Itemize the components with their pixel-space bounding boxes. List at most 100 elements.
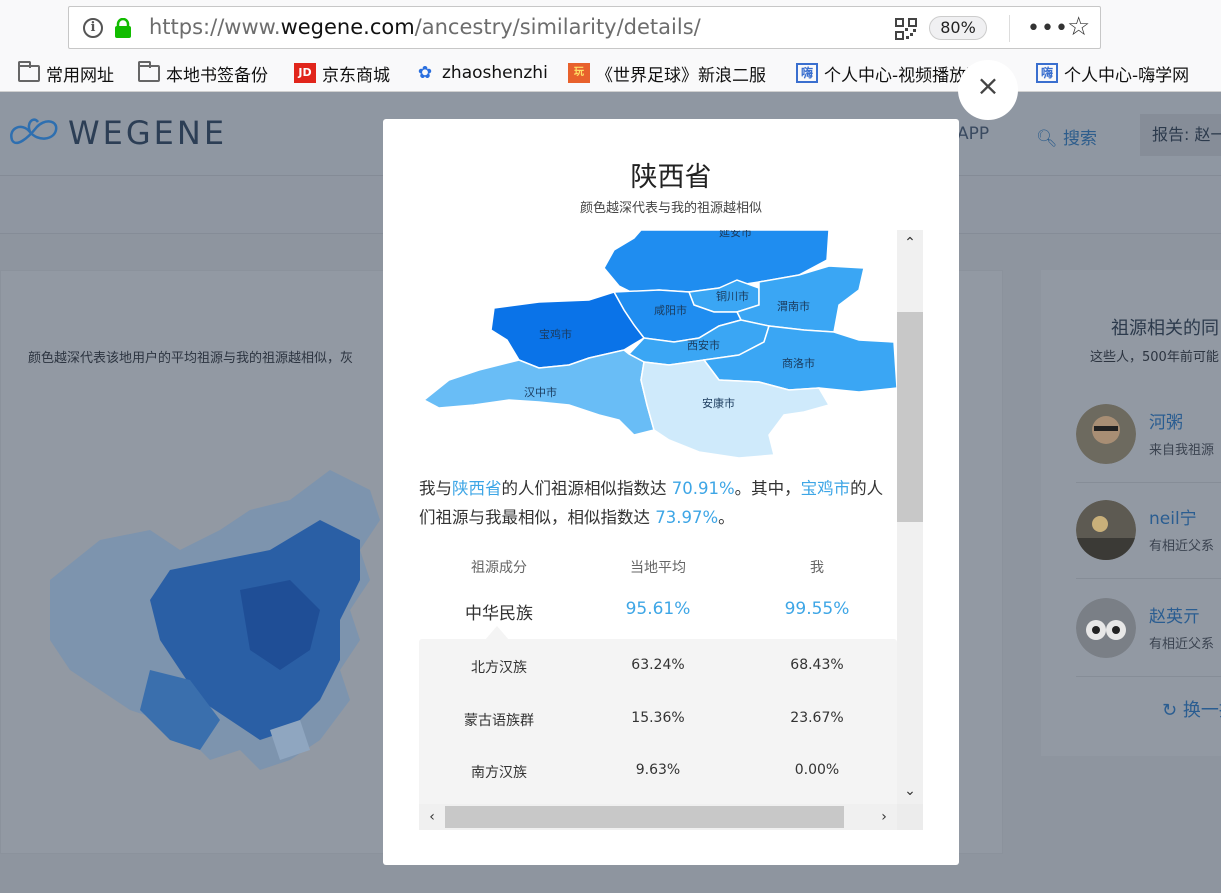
map-label-tongchuan: 铜川市 (716, 289, 749, 303)
scrollbar-corner (897, 804, 923, 830)
table-row-local: 15.36% (631, 710, 685, 726)
scroll-down-chevron-icon[interactable]: ⌄ (897, 778, 923, 804)
summary-text: 。其中， (734, 479, 801, 498)
summary-city-link[interactable]: 宝鸡市 (801, 479, 851, 498)
modal-scroll-area[interactable]: 延安市 铜川市 渭南市 咸阳市 宝鸡市 西安市 商洛市 汉中市 安康市 我与陕西… (419, 230, 923, 830)
left-map-description: 颜色越深代表该地用户的平均祖源与我的祖源越相似，灰 (28, 351, 354, 366)
user-divider (1076, 676, 1221, 677)
more-actions-icon[interactable]: ••• (1027, 16, 1069, 41)
map-label-baoji: 宝鸡市 (539, 327, 572, 341)
map-label-shangluo: 商洛市 (782, 356, 815, 370)
user-desc: 有相近父系 (1149, 637, 1215, 652)
table-row-label: 南方汉族 (471, 765, 527, 781)
china-map-background (50, 470, 380, 770)
hai-icon: 嗨 (1036, 63, 1058, 83)
main-row-local: 95.61% (625, 599, 691, 619)
province-detail-modal: 陕西省 颜色越深代表与我的祖源越相似 延安市 铜川市 渭南市 咸阳市 宝鸡市 西… (383, 119, 959, 865)
url-bar-divider (1009, 15, 1010, 42)
url-domain: wegene.com (280, 15, 415, 39)
user-avatar[interactable] (1076, 598, 1136, 658)
map-label-xian: 西安市 (687, 338, 720, 352)
scroll-right-chevron-icon[interactable]: › (871, 804, 897, 830)
refresh-icon: ↻ (1162, 700, 1178, 721)
qr-code-icon[interactable] (895, 18, 917, 40)
url-path: /ancestry/similarity/details/ (414, 15, 701, 39)
user-card-1[interactable]: neil宁 有相近父系 (1076, 500, 1221, 580)
table-row-local: 9.63% (635, 762, 681, 778)
scroll-up-chevron-icon[interactable]: ⌃ (897, 230, 923, 256)
table-row-label: 蒙古语族群 (464, 713, 534, 729)
bookmark-label: 京东商城 (322, 65, 390, 86)
user-avatar[interactable] (1076, 500, 1136, 560)
lock-icon (115, 18, 131, 38)
nav-search-link[interactable]: 🔍︎ 搜索 (1036, 124, 1097, 149)
table-header-local: 当地平均 (630, 560, 686, 576)
user-name[interactable]: neil宁 (1149, 504, 1197, 529)
map-label-xianyang: 咸阳市 (654, 303, 687, 317)
bookmark-label: 常用网址 (46, 65, 114, 86)
bookmark-label: 《世界足球》新浪二服 (596, 65, 766, 86)
refresh-label: 换一批 (1182, 700, 1221, 721)
table-row-me: 0.00% (794, 762, 840, 778)
bookmark-1[interactable]: 本地书签备份 (138, 58, 268, 88)
wegene-logo-text[interactable]: WEGENE (68, 114, 227, 152)
sub-components-table: 北方汉族 63.24% 68.43% 蒙古语族群 15.36% 23.67% 南… (419, 639, 897, 819)
user-card-2[interactable]: 赵英亓 有相近父系 (1076, 598, 1221, 678)
shaanxi-city-map[interactable]: 延安市 铜川市 渭南市 咸阳市 宝鸡市 西安市 商洛市 汉中市 安康市 (419, 230, 897, 460)
close-icon: × (976, 69, 1000, 102)
folder-icon (138, 60, 160, 82)
search-icon: 🔍︎ (1036, 129, 1058, 149)
modal-close-button[interactable]: × (958, 60, 1018, 120)
bookmark-0[interactable]: 常用网址 (18, 58, 114, 88)
report-selector[interactable]: 报告: 赵一 (1140, 114, 1221, 156)
vertical-scrollbar[interactable]: ⌃ ⌄ (897, 230, 923, 830)
map-label-weinan: 渭南市 (777, 299, 810, 313)
user-divider (1076, 578, 1221, 579)
user-name[interactable]: 赵英亓 (1149, 602, 1200, 627)
related-users-subtitle: 这些人，500年前可能 (1090, 350, 1219, 365)
similarity-summary: 我与陕西省的人们祖源相似指数达 70.91%。其中，宝鸡市的人们祖源与我最相似，… (419, 474, 897, 532)
info-icon[interactable]: i (83, 18, 103, 38)
bookmark-star-icon[interactable]: ☆ (1067, 12, 1090, 42)
user-desc: 有相近父系 (1149, 539, 1215, 554)
province-index-value: 70.91% (671, 479, 735, 498)
jd-icon: JD (294, 63, 316, 83)
table-row-me: 23.67% (790, 710, 844, 726)
bookmarks-bar: 常用网址 本地书签备份 JD 京东商城 ✿ zhaoshenzhi 玩《世界足球》新… (0, 58, 1221, 88)
table-row-label: 北方汉族 (471, 660, 527, 676)
horizontal-scroll-thumb[interactable] (445, 806, 844, 828)
user-avatar[interactable] (1076, 404, 1136, 464)
refresh-users-button[interactable]: ↻ 换一批 (1162, 696, 1221, 722)
user-name[interactable]: 河粥 (1149, 408, 1183, 433)
summary-text: 我与 (419, 479, 452, 498)
horizontal-scrollbar[interactable]: ‹ › (419, 804, 897, 830)
user-desc: 来自我祖源 (1149, 443, 1215, 458)
scroll-left-chevron-icon[interactable]: ‹ (419, 804, 445, 830)
map-label-yanan: 延安市 (719, 230, 752, 239)
hai-icon: 嗨 (796, 63, 818, 83)
bookmark-6[interactable]: 嗨个人中心-嗨学网 (1036, 58, 1189, 88)
wan-icon: 玩 (568, 63, 590, 83)
user-divider (1076, 482, 1221, 483)
zoom-level[interactable]: 80% (929, 16, 987, 40)
summary-province-link[interactable]: 陕西省 (452, 479, 502, 498)
paw-icon: ✿ (417, 63, 433, 83)
bookmark-3[interactable]: ✿ zhaoshenzhi (414, 58, 548, 88)
related-users-title: 祖源相关的同 (1111, 318, 1219, 339)
modal-title: 陕西省 (630, 162, 712, 193)
main-row-label[interactable]: 中华民族 (419, 599, 579, 624)
url-text[interactable]: https://www.wegene.com/ancestry/similari… (149, 15, 701, 39)
bookmark-2[interactable]: JD 京东商城 (294, 58, 390, 88)
user-card-0[interactable]: 河粥 来自我祖源 (1076, 404, 1221, 484)
main-row-me: 99.55% (784, 599, 850, 619)
modal-subtitle: 颜色越深代表与我的祖源越相似 (579, 201, 762, 216)
table-row-me: 68.43% (790, 657, 844, 673)
url-bar[interactable]: i https://www.wegene.com/ancestry/simila… (68, 6, 1101, 49)
summary-text: 的人们祖源相似指数达 (501, 479, 667, 498)
vertical-scroll-thumb[interactable] (897, 312, 923, 522)
bookmark-label: zhaoshenzhi (442, 63, 548, 83)
bookmark-4[interactable]: 玩《世界足球》新浪二服 (568, 58, 766, 88)
nav-app-link[interactable]: APP (957, 124, 989, 144)
url-prefix: https://www. (149, 15, 281, 39)
city-index-value: 73.97% (655, 508, 719, 527)
